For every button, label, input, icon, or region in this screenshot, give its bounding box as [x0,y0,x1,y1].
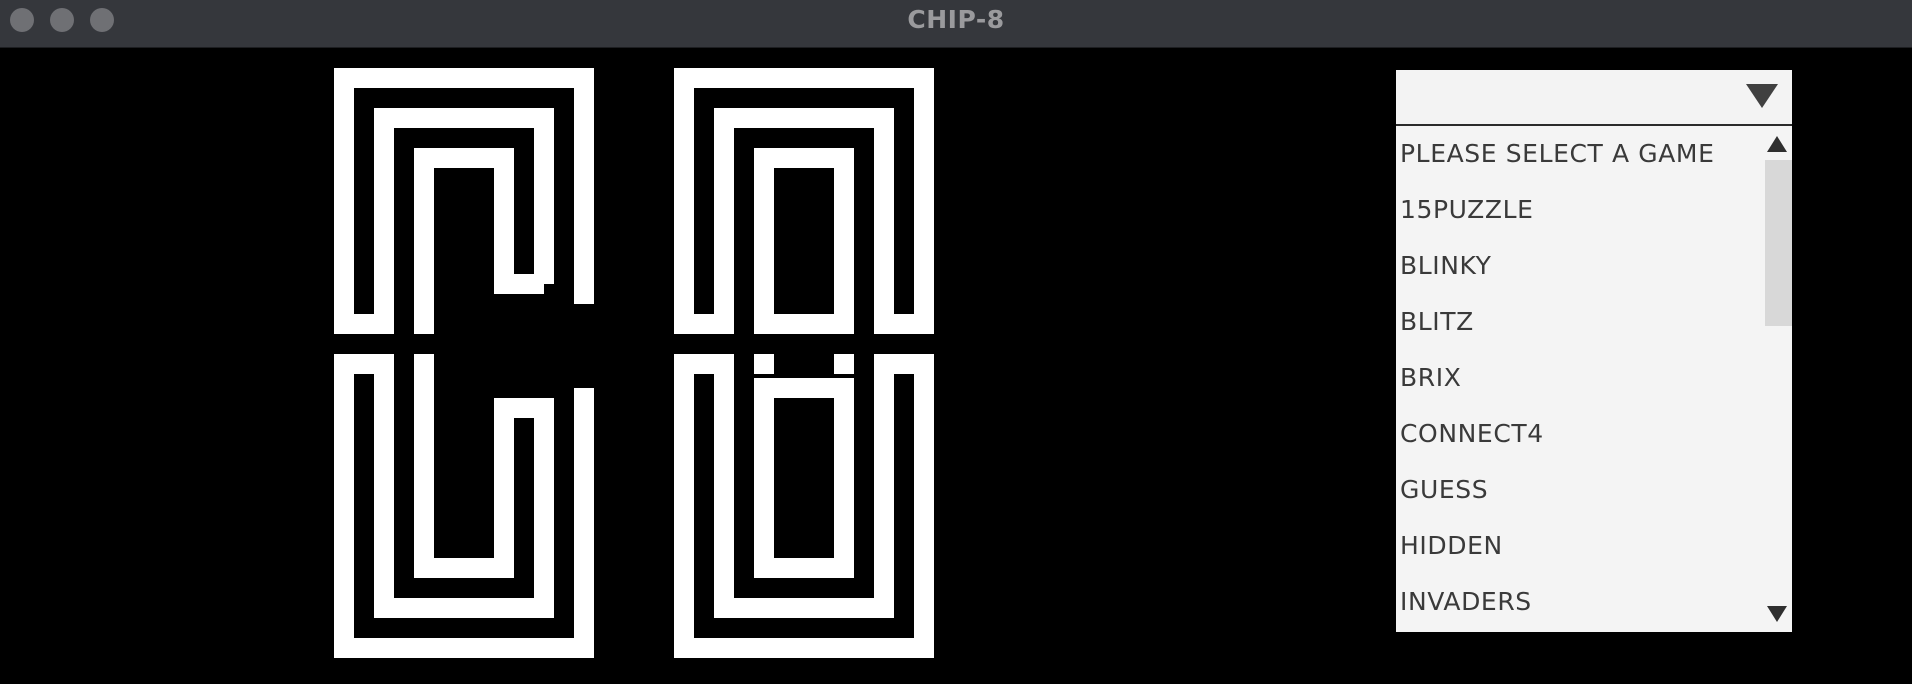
game-list[interactable]: PLEASE SELECT A GAME 15PUZZLE BLINKY BLI… [1396,126,1792,632]
logo-c-bottom-cap-left [334,354,394,374]
game-list-item[interactable]: BLITZ [1400,294,1474,350]
logo-8-top-inner-cap [754,314,854,334]
logo-c-bottom-inner [414,354,544,578]
title-bar: CHIP-8 [0,0,1912,48]
game-selector[interactable]: PLEASE SELECT A GAME 15PUZZLE BLINKY BLI… [1396,70,1792,632]
logo-8-bottom-inner-cap [754,354,774,374]
game-list-item[interactable]: BRIX [1400,350,1461,406]
logo-8-top-cap-right [874,314,934,334]
game-list-item[interactable]: HIDDEN [1400,518,1503,574]
logo-8-bottom-cap-left [674,354,734,374]
game-list-item[interactable]: CONNECT4 [1400,406,1544,462]
logo-8-top-cap-left [674,314,734,334]
game-list-item[interactable]: INVADERS [1400,574,1532,630]
logo-8-top-inner [754,148,854,334]
game-list-scrollbar[interactable] [1762,126,1792,632]
game-list-item[interactable]: GUESS [1400,462,1488,518]
game-list-item[interactable]: 15PUZZLE [1400,182,1534,238]
game-list-item[interactable]: BLINKY [1400,238,1492,294]
logo-8-bottom-cap-right [874,354,934,374]
app-window: CHIP-8 PLEASE SELECT A GAME 15PUZZLE BLI… [0,0,1912,684]
game-select-dropdown[interactable] [1396,70,1792,126]
scroll-down-arrow-icon[interactable] [1767,606,1787,622]
scroll-thumb[interactable] [1765,160,1792,326]
logo-c-top-cap-left [334,314,394,334]
dropdown-arrow-icon[interactable] [1746,84,1778,108]
game-list-item[interactable]: PLEASE SELECT A GAME [1400,126,1714,182]
scroll-up-arrow-icon[interactable] [1767,136,1787,152]
logo-8-bottom-inner-cap-right [834,354,854,374]
logo-c-top-inner [414,148,544,334]
window-title: CHIP-8 [907,5,1005,34]
logo-8-bottom-inner [754,378,854,578]
